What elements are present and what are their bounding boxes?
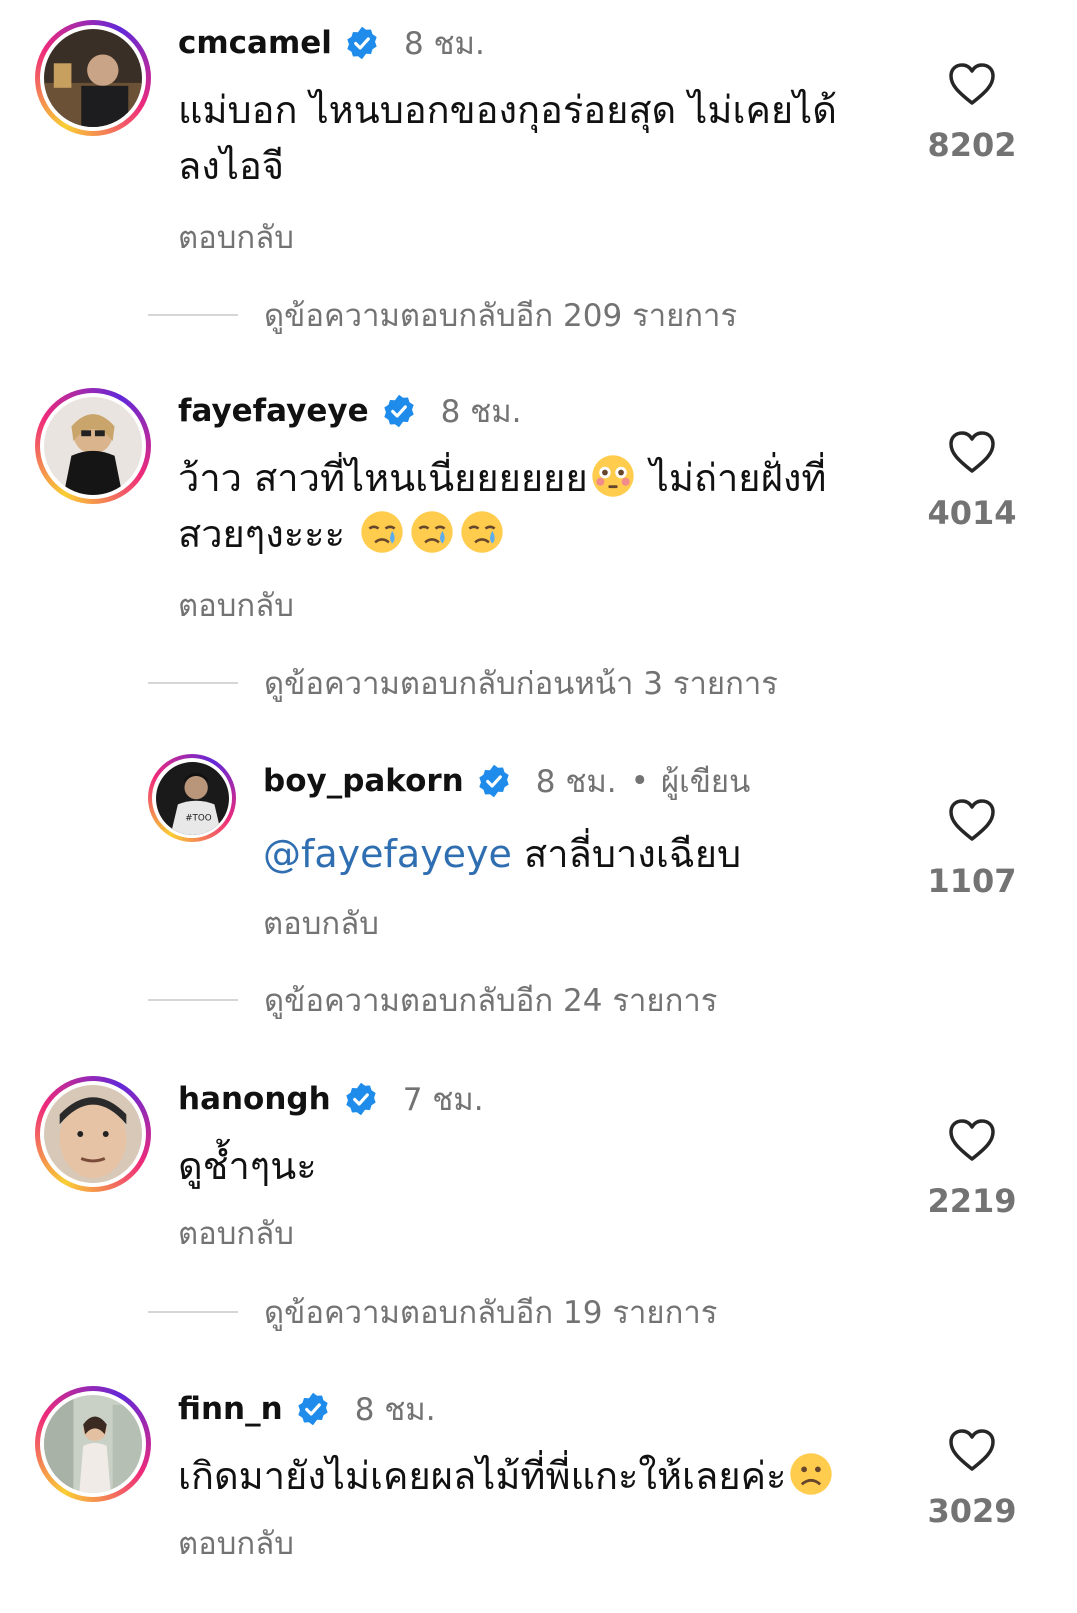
view-replies-button[interactable]: ดูข้อความตอบกลับอีก 209 รายการ bbox=[148, 295, 737, 335]
view-replies-label: ดูข้อความตอบกลับอีก 209 รายการ bbox=[264, 298, 738, 334]
like-count: 4014 bbox=[927, 494, 1017, 532]
comment-text-part: ไม่ถ่ายฝั่งที่ bbox=[637, 456, 827, 500]
flushed-face-emoji bbox=[590, 453, 636, 499]
avatar-photo bbox=[44, 1395, 142, 1493]
verified-badge-icon bbox=[347, 26, 377, 60]
reply-button[interactable]: ตอบกลับ bbox=[178, 580, 294, 630]
comment-text-part: ว้าว สาวที่ไหนเนี่ยยยยยย bbox=[178, 456, 588, 500]
username[interactable]: fayefayeye bbox=[178, 393, 369, 429]
view-replies-button[interactable]: ดูข้อความตอบกลับก่อนหน้า 3 รายการ bbox=[148, 663, 778, 703]
avatar[interactable] bbox=[35, 1386, 151, 1502]
username[interactable]: boy_pakorn bbox=[263, 763, 464, 799]
comment-text: แม่บอก ไหนบอกของกุอร่อยสุด ไม่เคยได้ ลงไ… bbox=[178, 82, 898, 194]
comment-time: 8 ชม. bbox=[440, 394, 522, 430]
separator-dot: • bbox=[630, 763, 649, 799]
avatar-photo bbox=[44, 1085, 142, 1183]
divider-line bbox=[148, 999, 238, 1001]
view-replies-button[interactable]: ดูข้อความตอบกลับอีก 24 รายการ bbox=[148, 980, 717, 1020]
avatar-photo bbox=[44, 397, 142, 495]
avatar[interactable] bbox=[35, 1076, 151, 1192]
heart-outline-icon[interactable] bbox=[948, 1428, 996, 1472]
reply-button[interactable]: ตอบกลับ bbox=[178, 1208, 294, 1258]
comment-time: 8 ชม. bbox=[403, 26, 485, 62]
comment-text-line: ว้าว สาวที่ไหนเนี่ยยยยยย ไม่ถ่ายฝั่งที่ bbox=[178, 450, 898, 506]
reply-button[interactable]: ตอบกลับ bbox=[178, 1518, 294, 1568]
username[interactable]: cmcamel bbox=[178, 25, 332, 61]
comment-text-part: เกิดมายังไม่เคยผลไม้ที่พี่แกะให้เลยค่ะ bbox=[178, 1454, 787, 1498]
heart-outline-icon[interactable] bbox=[948, 62, 996, 106]
divider-line bbox=[148, 314, 238, 316]
comment-text-line: สวยๆงะะะ bbox=[178, 506, 898, 562]
like-count: 2219 bbox=[927, 1182, 1017, 1220]
comment-text: ดูช้ำๆนะ bbox=[178, 1144, 317, 1188]
view-replies-label: ดูข้อความตอบกลับอีก 24 รายการ bbox=[264, 983, 718, 1019]
crying-face-emoji bbox=[359, 509, 405, 555]
avatar[interactable]: #TOO bbox=[148, 754, 236, 842]
username[interactable]: finn_n bbox=[178, 1391, 283, 1427]
svg-text:#TOO: #TOO bbox=[185, 813, 212, 823]
avatar[interactable] bbox=[35, 20, 151, 136]
heart-outline-icon[interactable] bbox=[948, 1118, 996, 1162]
heart-outline-icon[interactable] bbox=[948, 798, 996, 842]
view-replies-button[interactable]: ดูข้อความตอบกลับอีก 19 รายการ bbox=[148, 1292, 717, 1332]
reply-button[interactable]: ตอบกลับ bbox=[263, 898, 379, 948]
divider-line bbox=[148, 682, 238, 684]
divider-line bbox=[148, 1311, 238, 1313]
verified-badge-icon bbox=[479, 764, 509, 798]
crying-face-emoji bbox=[459, 509, 505, 555]
reply-button[interactable]: ตอบกลับ bbox=[178, 212, 294, 262]
like-control: 4014 bbox=[927, 430, 1017, 532]
avatar[interactable] bbox=[35, 388, 151, 504]
avatar-photo: #TOO bbox=[155, 761, 229, 835]
view-replies-label: ดูข้อความตอบกลับอีก 19 รายการ bbox=[264, 1295, 718, 1331]
like-control: 8202 bbox=[927, 62, 1017, 164]
comment-time: 8 ชม. bbox=[535, 764, 617, 800]
verified-badge-icon bbox=[298, 1392, 328, 1426]
like-control: 2219 bbox=[927, 1118, 1017, 1220]
crying-face-emoji bbox=[409, 509, 455, 555]
like-control: 1107 bbox=[927, 798, 1017, 900]
comment-text-part: สาลี่บางเฉียบ bbox=[511, 832, 742, 876]
like-count: 8202 bbox=[927, 126, 1017, 164]
comment-text: @fayefayeye สาลี่บางเฉียบ bbox=[263, 826, 983, 882]
comment-text-line: แม่บอก ไหนบอกของกุอร่อยสุด ไม่เคยได้ bbox=[178, 88, 837, 132]
like-count: 3029 bbox=[927, 1492, 1017, 1530]
like-count: 1107 bbox=[927, 862, 1017, 900]
like-control: 3029 bbox=[927, 1428, 1017, 1530]
heart-outline-icon[interactable] bbox=[948, 430, 996, 474]
verified-badge-icon bbox=[383, 394, 414, 428]
comment-text: เกิดมายังไม่เคยผลไม้ที่พี่แกะให้เลยค่ะ bbox=[178, 1448, 938, 1504]
comment-text-part: สวยๆงะะะ bbox=[178, 512, 358, 556]
mention-link[interactable]: @fayefayeye bbox=[263, 832, 512, 876]
author-label: ผู้เขียน bbox=[660, 764, 751, 800]
view-replies-label: ดูข้อความตอบกลับก่อนหน้า 3 รายการ bbox=[264, 666, 778, 702]
comment-time: 7 ชม. bbox=[402, 1082, 484, 1118]
verified-badge-icon bbox=[346, 1082, 376, 1116]
frowning-face-emoji bbox=[788, 1451, 834, 1497]
comment-text: ว้าว สาวที่ไหนเนี่ยยยยยย ไม่ถ่ายฝั่งที่ … bbox=[178, 450, 898, 562]
comment-time: 8 ชม. bbox=[354, 1392, 436, 1428]
comment-text-line: ลงไอจี bbox=[178, 144, 285, 188]
username[interactable]: hanongh bbox=[178, 1081, 331, 1117]
avatar-photo bbox=[44, 29, 142, 127]
